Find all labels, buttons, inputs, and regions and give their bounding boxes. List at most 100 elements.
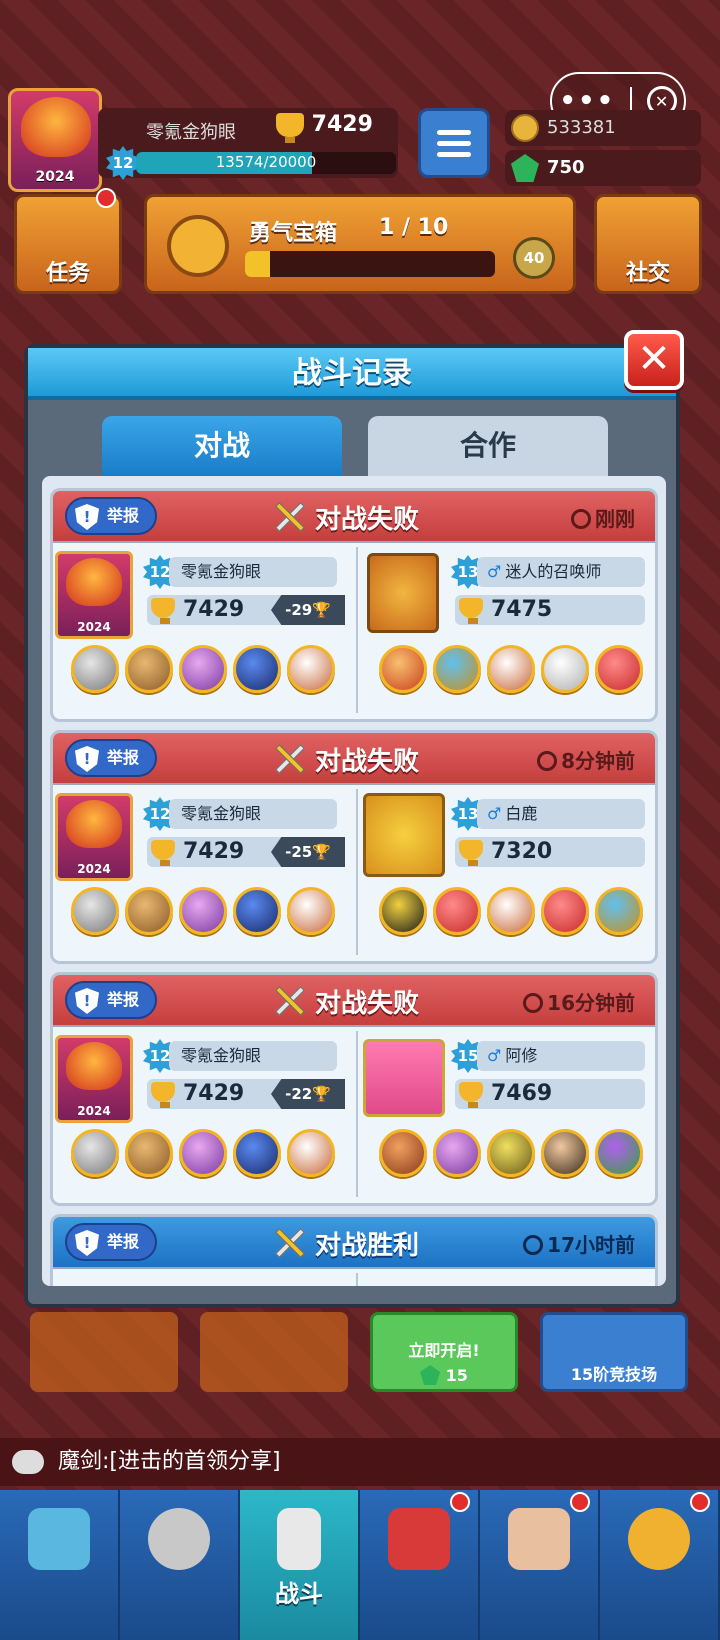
arena-chest[interactable]: 15阶竞技场 <box>540 1312 688 1392</box>
opponent-name-text: 阿修 <box>505 1046 538 1065</box>
opponent-trophies: 7475 <box>455 595 645 625</box>
nav-explore[interactable] <box>600 1490 720 1640</box>
opponent-heroes <box>379 887 643 935</box>
hero-girl-icon <box>541 1129 589 1177</box>
opponent-trophy-value: 7469 <box>491 1081 553 1106</box>
trophy-icon <box>459 1082 483 1108</box>
hero-yeti-icon <box>487 887 535 935</box>
opponent-trophies: 7469 <box>455 1079 645 1109</box>
modal-header: 战斗记录 <box>28 348 676 400</box>
menu-button[interactable] <box>418 108 490 178</box>
opponent-name-text: 白鹿 <box>505 804 538 823</box>
opponent-name-text: 迷人的召唤师 <box>505 562 602 581</box>
dragon-icon <box>66 1042 122 1090</box>
shield-icon: ! <box>75 504 99 530</box>
shield-icon: ! <box>75 746 99 772</box>
player-avatar[interactable]: 2024 <box>8 88 102 192</box>
battle-time-text: 16分钟前 <box>547 991 635 1015</box>
nav-battle-label: 战斗 <box>275 1580 323 1608</box>
nav-social[interactable] <box>480 1490 600 1640</box>
crossed-swords-icon <box>277 1508 321 1570</box>
chest-slot[interactable] <box>200 1312 348 1392</box>
divider <box>356 789 358 955</box>
divider <box>356 1273 358 1286</box>
my-heroes <box>71 645 335 693</box>
modal-close-button[interactable]: ✕ <box>624 330 684 390</box>
battle-card-header: ! 举报 对战失败 8分钟前 <box>53 733 655 785</box>
chat-bar[interactable]: 魔剑:[进击的首领分享] <box>0 1438 720 1486</box>
my-level: 12 <box>149 563 171 581</box>
male-icon: ♂ <box>487 562 502 581</box>
open-cost-value: 15 <box>445 1366 468 1385</box>
avatar-year: 2024 <box>35 169 75 185</box>
trophy-delta: -29🏆 <box>271 595 345 625</box>
hero-yeti-icon <box>287 645 335 693</box>
male-icon: ♂ <box>487 1046 502 1065</box>
player-name: 零氪金狗眼 <box>146 122 236 143</box>
bottom-nav: 战斗 <box>0 1490 720 1640</box>
social-button[interactable]: 社交 <box>594 194 702 294</box>
battle-time: 刚刚 <box>571 503 635 532</box>
coin-counter: 533381 <box>505 110 701 146</box>
clock-icon <box>537 751 558 771</box>
hero-goggles-icon <box>125 1129 173 1177</box>
crossed-swords-icon <box>271 499 307 535</box>
my-name: 零氪金狗眼 <box>169 1041 337 1071</box>
nav-heroes[interactable] <box>120 1490 240 1640</box>
report-button[interactable]: ! 举报 <box>65 497 157 535</box>
my-level: 12 <box>149 1047 171 1065</box>
trophy-delta: -25🏆 <box>271 837 345 867</box>
menu-icon <box>437 151 471 157</box>
nav-ranking[interactable] <box>360 1490 480 1640</box>
xp-bar: 13574/20000 <box>136 152 396 174</box>
battle-card: ! 举报 对战失败 8分钟前 2024 12 零氪金狗眼 7429 -25🏆 13… <box>50 730 658 964</box>
tasks-button[interactable]: 任务 <box>14 194 122 294</box>
menu-icon <box>437 129 471 135</box>
my-trophy-value: 7429 <box>183 597 245 622</box>
hero-yeti-icon <box>487 645 535 693</box>
gem-icon <box>511 154 539 182</box>
opponent-heroes <box>379 645 643 693</box>
clock-icon <box>523 1235 544 1255</box>
battle-record-modal: 战斗记录 ✕ 对战 合作 ! 举报 对战失败 刚刚 2024 12 零氪金狗眼 7… <box>24 330 684 1308</box>
hero-bee-icon <box>379 887 427 935</box>
chest-coin-value: 40 <box>513 237 555 279</box>
battle-time: 8分钟前 <box>537 745 635 774</box>
gem-counter: 750 <box>505 150 701 186</box>
chest-slot[interactable] <box>30 1312 178 1392</box>
fist-icon <box>167 215 229 277</box>
battle-result: 对战失败 <box>315 747 420 777</box>
report-label: 举报 <box>107 748 140 767</box>
crossed-swords-icon <box>271 983 307 1019</box>
hero-red-icon <box>595 645 643 693</box>
tab-versus[interactable]: 对战 <box>102 416 342 476</box>
trophy-icon <box>276 113 304 143</box>
trophy-icon <box>151 598 175 624</box>
my-trophy-value: 7429 <box>183 1081 245 1106</box>
group-icon <box>508 1508 570 1570</box>
hero-knight-icon <box>71 887 119 935</box>
report-button[interactable]: ! 举报 <box>65 1223 157 1261</box>
open-now-chest[interactable]: 立即开启! 15 <box>370 1312 518 1392</box>
nav-battle[interactable]: 战斗 <box>240 1490 360 1640</box>
arena-label: 15阶竞技场 <box>570 1365 658 1384</box>
notification-dot <box>96 188 116 208</box>
dragon-icon <box>21 97 91 157</box>
courage-chest-panel[interactable]: 勇气宝箱 1 / 10 40 <box>144 194 576 294</box>
hero-pharaoh-icon <box>433 645 481 693</box>
tab-coop[interactable]: 合作 <box>368 416 608 476</box>
my-heroes <box>71 1129 335 1177</box>
report-button[interactable]: ! 举报 <box>65 981 157 1019</box>
crossed-swords-icon <box>271 1225 307 1261</box>
opponent-heroes <box>379 1129 643 1177</box>
opponent-level: 13 <box>457 563 479 581</box>
nav-shop[interactable] <box>0 1490 120 1640</box>
battle-list[interactable]: ! 举报 对战失败 刚刚 2024 12 零氪金狗眼 7429 -29🏆 13 ♂… <box>42 476 666 1286</box>
social-label: 社交 <box>625 261 670 286</box>
clock-icon <box>523 993 544 1013</box>
battle-result: 对战失败 <box>315 989 420 1019</box>
report-button[interactable]: ! 举报 <box>65 739 157 777</box>
dragon-icon <box>66 800 122 848</box>
opponent-trophy-value: 7475 <box>491 597 553 622</box>
shield-icon: ! <box>75 988 99 1014</box>
